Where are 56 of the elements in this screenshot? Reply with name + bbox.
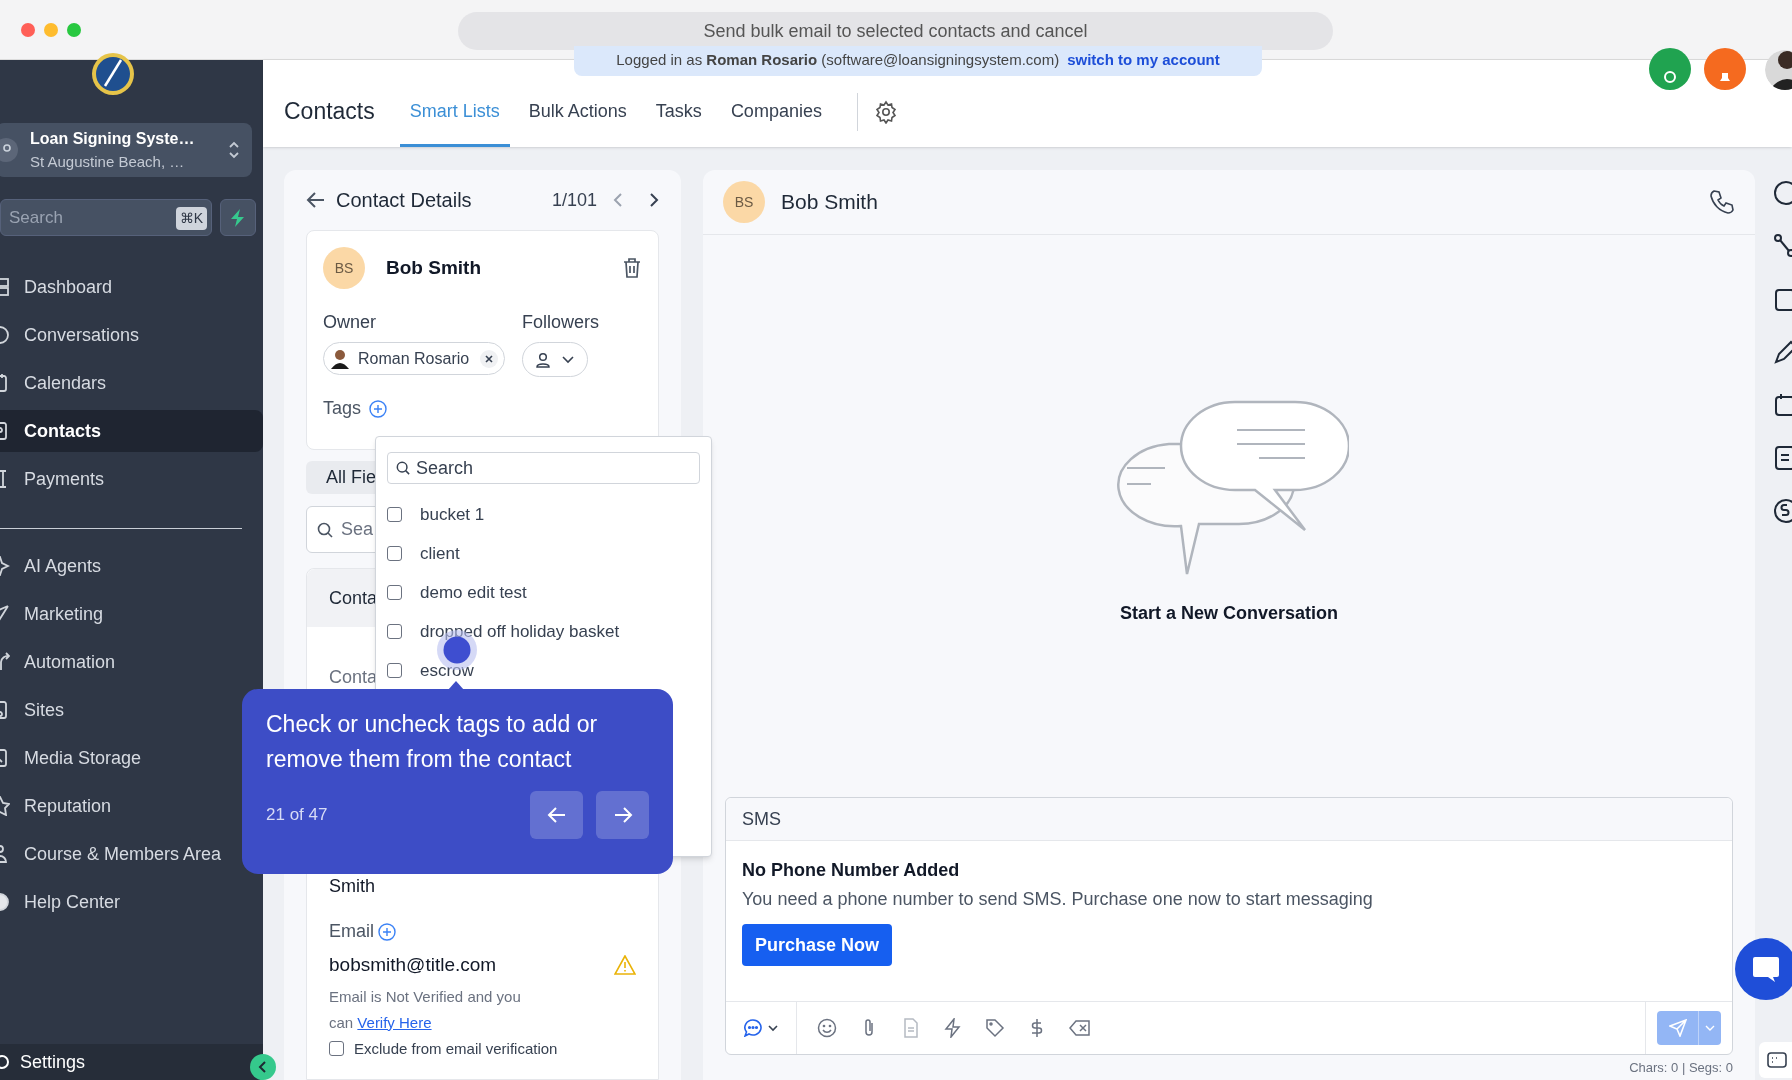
sidebar-item[interactable]: Dashboard [0,266,263,308]
sidebar-item[interactable]: Calendars [0,362,263,404]
shortcut-hint: ⌘K [175,207,207,230]
email-verification-note: Email is Not Verified and you can Verify Here [329,986,522,1033]
sidebar-item[interactable]: Media Storage [0,737,263,779]
sidebar-item[interactable]: Contacts [0,410,263,452]
window-title: Send bulk email to selected contacts and cancel [458,12,1333,50]
owner-label: Owner [323,311,377,334]
sidebar-item[interactable]: Course & Members Area [0,833,263,875]
contact-name: Bob Smith [781,189,879,216]
tag-label[interactable]: client [420,540,460,567]
panel-title: Contact Details [336,188,473,213]
tags-label: Tags [323,397,362,420]
purchase-button[interactable]: Purchase Now [742,924,893,966]
tag-label[interactable]: bucket 1 [420,501,485,528]
email-value: bobsmith@title.com [329,953,498,977]
email-label: Email [329,920,374,943]
sidebar-item[interactable]: Conversations [0,314,263,356]
section-title: Conta [329,586,378,610]
character-counter: Chars: 0 | Segs: 0 [1629,1058,1733,1077]
account-location: St Augustine Beach, … [30,151,186,172]
sidebar-item[interactable]: Help Center [0,881,263,923]
tab[interactable]: Smart Lists [399,76,510,147]
contact-avatar: BS [323,247,365,289]
tab[interactable]: Bulk Actions [518,76,637,147]
account-name: Loan Signing Syste… [30,128,196,149]
sidebar-item[interactable]: Marketing [0,593,263,635]
sidebar-item[interactable]: Reputation [0,785,263,827]
followers-label: Followers [522,311,600,334]
switch-account-link[interactable]: switch to my account [1067,48,1220,71]
tab[interactable]: Companies [720,76,832,147]
account-switcher[interactable]: Loan Signing Syste… St Augustine Beach, … [0,123,252,177]
page-title: Contacts [284,97,375,127]
record-position: 1/101 [551,188,597,212]
verify-link[interactable]: Verify Here [357,1013,432,1031]
sidebar-item[interactable]: Payments [0,458,263,500]
contact-name: Bob Smith [386,255,482,280]
tour-text: Check or uncheck tags to add or remove them from the contact [266,710,599,774]
tab[interactable]: Tasks [645,76,712,147]
tag-label[interactable]: dropped off holiday basket [420,618,620,645]
field-label: Conta [329,666,378,689]
last-name-value: Smith [329,875,375,898]
notice-title: No Phone Number Added [742,859,961,882]
channel-tab[interactable]: SMS [742,805,781,833]
notice-text: You need a phone number to send SMS. Purchase one now to start messaging [742,888,1374,911]
tag-search-field[interactable]: Search [387,452,700,484]
sidebar-item[interactable]: Automation [0,641,263,683]
exclude-label: Exclude from email verification [354,1038,558,1059]
tour-step: 21 of 47 [266,802,530,828]
settings-item[interactable]: Settings [0,1044,263,1080]
contact-avatar: BS [723,181,765,223]
empty-state-title: Start a New Conversation [1119,602,1339,625]
sidebar-item[interactable]: AI Agents [0,545,263,587]
sidebar-item[interactable]: Sites [0,689,263,731]
tag-label[interactable]: demo edit test [420,579,527,606]
banner-text: Logged in as Roman Rosario (software@loansigningsystem.com) [616,49,1060,70]
